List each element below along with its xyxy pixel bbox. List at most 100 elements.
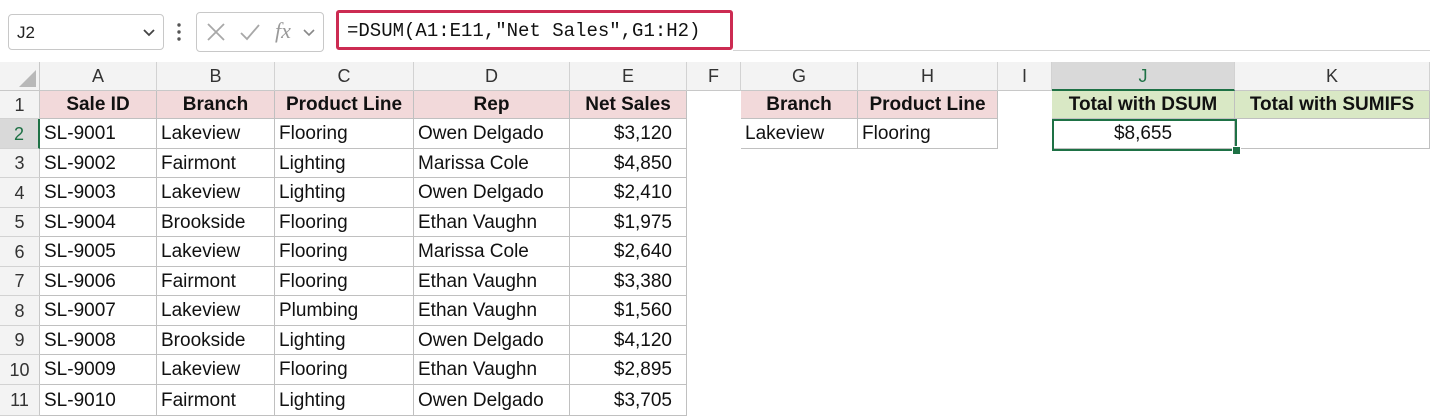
table-cell[interactable]: SL-9007 bbox=[40, 296, 157, 326]
more-options-icon[interactable] bbox=[176, 20, 182, 44]
result-header-cell[interactable]: Total with SUMIFS bbox=[1235, 91, 1430, 119]
enter-check-icon[interactable] bbox=[239, 21, 261, 43]
column-header-h[interactable]: H bbox=[858, 62, 998, 91]
column-header-c[interactable]: C bbox=[275, 62, 414, 91]
table-cell[interactable]: $3,705 bbox=[570, 385, 687, 416]
table-cell[interactable]: Flooring bbox=[275, 355, 414, 385]
formula-tools: fx bbox=[196, 12, 324, 52]
row-header-1[interactable]: 1 bbox=[0, 91, 40, 119]
name-box-value: J2 bbox=[17, 23, 35, 42]
table-cell[interactable]: Owen Delgado bbox=[414, 326, 570, 355]
column-header-b[interactable]: B bbox=[157, 62, 275, 91]
table-cell[interactable]: Brookside bbox=[157, 208, 275, 237]
table-cell[interactable]: $2,410 bbox=[570, 178, 687, 208]
result-header-cell[interactable]: Total with DSUM bbox=[1052, 91, 1235, 119]
column-header-i[interactable]: I bbox=[998, 62, 1052, 91]
column-header-g[interactable]: G bbox=[741, 62, 858, 91]
column-header-a[interactable]: A bbox=[40, 62, 157, 91]
table-cell[interactable]: SL-9010 bbox=[40, 385, 157, 416]
column-header-d[interactable]: D bbox=[414, 62, 570, 91]
table-cell[interactable]: Flooring bbox=[275, 119, 414, 149]
column-header-f[interactable]: F bbox=[687, 62, 741, 91]
table-cell[interactable]: SL-9009 bbox=[40, 355, 157, 385]
table-cell[interactable]: Ethan Vaughn bbox=[414, 296, 570, 326]
table-cell[interactable]: $2,895 bbox=[570, 355, 687, 385]
table-cell[interactable]: $1,560 bbox=[570, 296, 687, 326]
table-cell[interactable]: Flooring bbox=[275, 237, 414, 267]
table-cell[interactable]: Ethan Vaughn bbox=[414, 267, 570, 296]
row-header-8[interactable]: 8 bbox=[0, 296, 40, 326]
criteria-header-cell[interactable]: Product Line bbox=[858, 91, 998, 119]
select-all-icon bbox=[19, 70, 36, 87]
table-cell[interactable]: Owen Delgado bbox=[414, 178, 570, 208]
table-cell[interactable]: Lighting bbox=[275, 149, 414, 178]
insert-function-icon[interactable]: fx bbox=[275, 18, 291, 44]
table-cell[interactable]: Brookside bbox=[157, 326, 275, 355]
table-cell[interactable]: $3,120 bbox=[570, 119, 687, 149]
table-cell[interactable]: Marissa Cole bbox=[414, 149, 570, 178]
table-cell[interactable]: Plumbing bbox=[275, 296, 414, 326]
table-cell[interactable]: Owen Delgado bbox=[414, 385, 570, 416]
table-header-cell[interactable]: Rep bbox=[414, 91, 570, 119]
table-cell[interactable]: $4,120 bbox=[570, 326, 687, 355]
table-cell[interactable]: SL-9005 bbox=[40, 237, 157, 267]
column-header-j[interactable]: J bbox=[1052, 62, 1235, 91]
table-cell[interactable]: Lighting bbox=[275, 326, 414, 355]
chevron-down-icon[interactable] bbox=[301, 24, 317, 40]
table-cell[interactable]: Lakeview bbox=[157, 296, 275, 326]
table-cell[interactable]: Lighting bbox=[275, 385, 414, 416]
table-cell[interactable]: $3,380 bbox=[570, 267, 687, 296]
table-cell[interactable]: SL-9001 bbox=[40, 119, 157, 149]
formula-text: =DSUM(A1:E11,"Net Sales",G1:H2) bbox=[347, 20, 701, 42]
table-cell[interactable]: Lakeview bbox=[157, 119, 275, 149]
table-cell[interactable]: $4,850 bbox=[570, 149, 687, 178]
table-cell[interactable]: Fairmont bbox=[157, 267, 275, 296]
row-header-5[interactable]: 5 bbox=[0, 208, 40, 237]
table-cell[interactable]: SL-9002 bbox=[40, 149, 157, 178]
table-cell[interactable]: SL-9004 bbox=[40, 208, 157, 237]
table-cell[interactable]: Marissa Cole bbox=[414, 237, 570, 267]
table-cell[interactable]: SL-9003 bbox=[40, 178, 157, 208]
column-header-e[interactable]: E bbox=[570, 62, 687, 91]
sumifs-result-cell[interactable] bbox=[1235, 119, 1430, 149]
table-cell[interactable]: SL-9006 bbox=[40, 267, 157, 296]
row-header-11[interactable]: 11 bbox=[0, 385, 40, 416]
table-cell[interactable]: Fairmont bbox=[157, 149, 275, 178]
criteria-value-cell[interactable]: Flooring bbox=[858, 119, 998, 149]
table-cell[interactable]: Ethan Vaughn bbox=[414, 208, 570, 237]
chevron-down-icon[interactable] bbox=[141, 24, 157, 40]
row-header-7[interactable]: 7 bbox=[0, 267, 40, 296]
table-cell[interactable]: $1,975 bbox=[570, 208, 687, 237]
table-header-cell[interactable]: Branch bbox=[157, 91, 275, 119]
select-all-corner[interactable] bbox=[0, 62, 40, 91]
row-header-6[interactable]: 6 bbox=[0, 237, 40, 267]
cancel-icon[interactable] bbox=[205, 21, 227, 43]
table-cell[interactable]: SL-9008 bbox=[40, 326, 157, 355]
row-header-10[interactable]: 10 bbox=[0, 355, 40, 385]
row-header-9[interactable]: 9 bbox=[0, 326, 40, 355]
column-header-k[interactable]: K bbox=[1235, 62, 1430, 91]
table-cell[interactable]: Lakeview bbox=[157, 355, 275, 385]
criteria-header-cell[interactable]: Branch bbox=[741, 91, 858, 119]
table-header-cell[interactable]: Net Sales bbox=[570, 91, 687, 119]
row-header-2[interactable]: 2 bbox=[0, 119, 40, 149]
formula-input[interactable]: =DSUM(A1:E11,"Net Sales",G1:H2) bbox=[336, 10, 733, 50]
table-cell[interactable]: Flooring bbox=[275, 267, 414, 296]
row-header-4[interactable]: 4 bbox=[0, 178, 40, 208]
row-header-3[interactable]: 3 bbox=[0, 149, 40, 178]
table-cell[interactable]: Fairmont bbox=[157, 385, 275, 416]
active-cell-border bbox=[1052, 119, 1237, 151]
table-cell[interactable]: Lighting bbox=[275, 178, 414, 208]
table-cell[interactable]: Lakeview bbox=[157, 178, 275, 208]
fill-handle[interactable] bbox=[1232, 146, 1241, 155]
table-cell[interactable]: Lakeview bbox=[157, 237, 275, 267]
table-cell[interactable]: Ethan Vaughn bbox=[414, 355, 570, 385]
table-cell[interactable]: Owen Delgado bbox=[414, 119, 570, 149]
table-header-cell[interactable]: Sale ID bbox=[40, 91, 157, 119]
table-header-cell[interactable]: Product Line bbox=[275, 91, 414, 119]
table-cell[interactable]: $2,640 bbox=[570, 237, 687, 267]
table-cell[interactable]: Flooring bbox=[275, 208, 414, 237]
criteria-value-cell[interactable]: Lakeview bbox=[741, 119, 858, 149]
name-box[interactable]: J2 bbox=[8, 14, 164, 50]
formula-bar: J2 fx =DSUM(A1:E11,"Net Sales",G1:H2) bbox=[0, 0, 1430, 62]
